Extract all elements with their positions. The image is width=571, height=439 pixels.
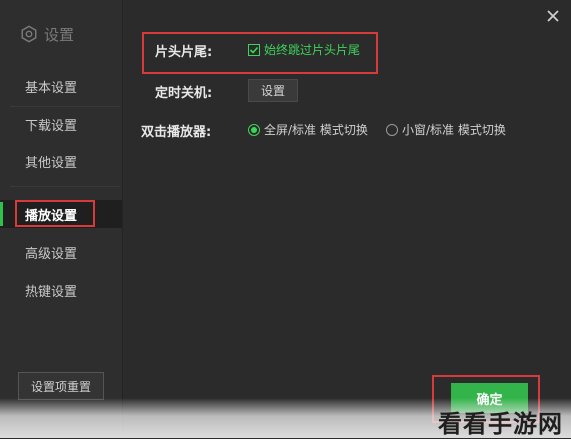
close-icon[interactable]: [545, 8, 561, 24]
sidebar-item-advanced[interactable]: 高级设置: [0, 238, 122, 266]
sidebar-item-download[interactable]: 下载设置: [0, 110, 122, 138]
radio-fullscreen-toggle[interactable]: 全屏/标准 模式切换: [248, 121, 368, 138]
radio-miniwindow-label: 小窗/标准 模式切换: [402, 123, 506, 137]
timer-settings-button[interactable]: 设置: [248, 79, 298, 102]
site-watermark: 看看手游网: [438, 410, 563, 438]
highlight-box-playback: [15, 200, 95, 227]
highlight-box-intro-outro: [142, 32, 378, 74]
radio-miniwindow-toggle[interactable]: 小窗/标准 模式切换: [386, 121, 506, 138]
radio-selected-icon[interactable]: [248, 123, 260, 136]
double-click-label: 双击播放器:: [141, 125, 212, 140]
sidebar-title-text: 设置: [44, 25, 75, 44]
sidebar-item-other[interactable]: 其他设置: [0, 147, 122, 175]
settings-gear-icon: [21, 25, 37, 43]
sidebar-title: 设置: [20, 24, 74, 44]
sidebar-divider: [10, 186, 120, 187]
radio-fullscreen-label: 全屏/标准 模式切换: [264, 123, 368, 137]
timer-shutdown-label: 定时关机:: [155, 86, 213, 101]
reset-settings-button[interactable]: 设置项重置: [18, 372, 104, 400]
sidebar-item-basic[interactable]: 基本设置: [0, 72, 122, 100]
sidebar-item-hotkeys[interactable]: 热键设置: [0, 276, 122, 304]
radio-unselected-icon[interactable]: [386, 123, 398, 136]
sidebar-divider: [10, 106, 120, 107]
